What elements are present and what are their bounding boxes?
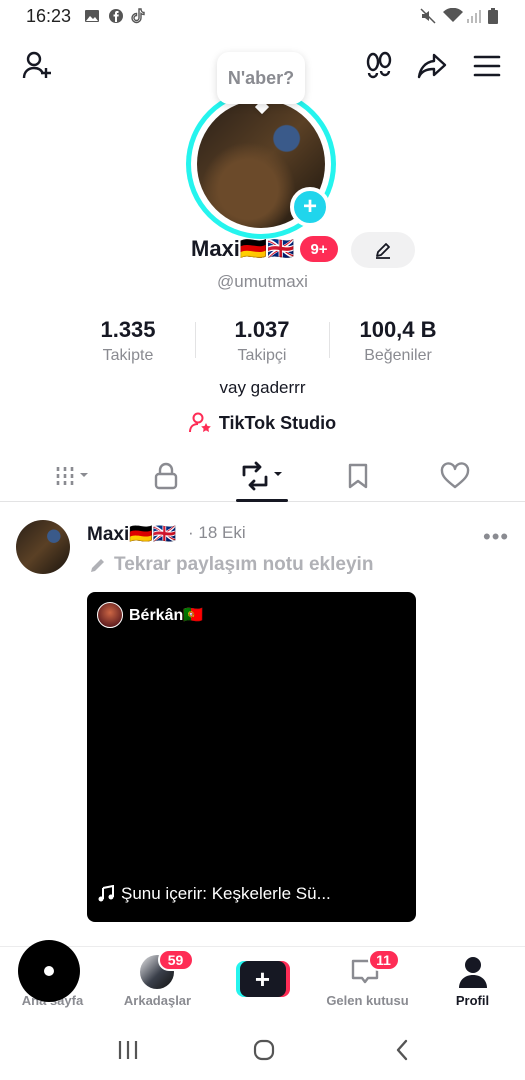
video-author-name: Bérkân🇵🇹 bbox=[129, 607, 204, 624]
inbox-count-badge: 11 bbox=[367, 949, 400, 971]
recent-apps-icon bbox=[118, 1041, 138, 1059]
music-note-icon bbox=[98, 885, 114, 902]
facebook-icon bbox=[109, 9, 123, 23]
tab-liked[interactable] bbox=[405, 452, 505, 500]
grid-icon bbox=[56, 467, 88, 485]
video-thumbnail[interactable]: Bérkân🇵🇹 Şunu içerir: Keşkelerle Sü... bbox=[87, 592, 416, 922]
recent-apps-button[interactable] bbox=[108, 1036, 148, 1064]
tiktok-studio-label: TikTok Studio bbox=[218, 412, 337, 433]
add-friend-button[interactable] bbox=[18, 46, 58, 86]
signal-icon bbox=[467, 10, 481, 23]
create-button[interactable]: + bbox=[235, 961, 290, 997]
video-author[interactable]: Bérkân🇵🇹 bbox=[97, 602, 203, 628]
name-row: Maxi🇩🇪🇬🇧 9+ bbox=[0, 232, 525, 268]
heart-icon bbox=[440, 462, 470, 489]
bookmark-icon bbox=[348, 463, 368, 489]
post-author-name[interactable]: Maxi🇩🇪🇬🇧 bbox=[87, 522, 177, 546]
video-music: Şunu içerir: Keşkelerle Sü... bbox=[97, 884, 331, 904]
nav-profile-label: Profil bbox=[455, 993, 490, 1008]
notifications-badge[interactable]: 9+ bbox=[300, 236, 338, 262]
post-date: · 18 Eki bbox=[188, 523, 246, 542]
post-author-avatar[interactable] bbox=[16, 520, 70, 574]
stat-likes-label: Beğeniler bbox=[364, 347, 432, 364]
home-button[interactable] bbox=[244, 1036, 284, 1064]
wifi-icon bbox=[443, 8, 463, 22]
username: @umutmaxi bbox=[217, 272, 308, 291]
nav-create[interactable]: + bbox=[210, 961, 315, 997]
add-repost-note-button[interactable]: Tekrar paylaşım notu ekleyin bbox=[88, 554, 373, 576]
repost-icon bbox=[242, 461, 282, 491]
stat-followers[interactable]: 1.037 Takipçi bbox=[192, 317, 332, 365]
record-dot-icon bbox=[44, 966, 54, 976]
video-author-avatar bbox=[97, 602, 123, 628]
more-options-icon[interactable]: ••• bbox=[483, 524, 509, 550]
pencil-icon bbox=[91, 559, 104, 572]
status-bar: 16:23 bbox=[0, 0, 525, 34]
footprints-icon bbox=[366, 51, 392, 79]
floating-record-button[interactable] bbox=[18, 940, 80, 1002]
display-name: Maxi🇩🇪🇬🇧 bbox=[191, 236, 295, 261]
share-arrow-icon bbox=[417, 53, 447, 79]
menu-button[interactable] bbox=[467, 46, 507, 86]
nav-friends[interactable]: 59 Arkadaşlar bbox=[105, 949, 210, 1008]
add-story-plus-icon[interactable]: + bbox=[290, 187, 330, 227]
tab-saved[interactable] bbox=[308, 452, 408, 500]
profile-views-button[interactable] bbox=[359, 46, 399, 86]
back-button[interactable] bbox=[382, 1036, 422, 1064]
stat-followers-label: Takipçi bbox=[237, 347, 287, 364]
stat-likes-value: 100,4 B bbox=[359, 317, 437, 342]
pencil-icon bbox=[376, 243, 390, 259]
nav-inbox-label: Gelen kutusu bbox=[326, 993, 409, 1008]
repost-note-placeholder: Tekrar paylaşım notu ekleyin bbox=[114, 554, 374, 575]
lock-icon bbox=[154, 462, 178, 490]
add-user-icon bbox=[22, 51, 51, 79]
system-navigation bbox=[0, 1018, 525, 1080]
friends-count-badge: 59 bbox=[157, 949, 194, 971]
stat-followers-value: 1.037 bbox=[234, 317, 290, 342]
stat-likes[interactable]: 100,4 B Beğeniler bbox=[328, 317, 468, 365]
nav-friends-label: Arkadaşlar bbox=[123, 993, 192, 1008]
profile-icon bbox=[458, 957, 487, 988]
creator-star-icon bbox=[188, 412, 211, 433]
plus-icon: + bbox=[239, 961, 286, 997]
mute-icon bbox=[420, 8, 436, 24]
hamburger-icon bbox=[473, 55, 501, 77]
nav-inbox[interactable]: 11 Gelen kutusu bbox=[315, 949, 420, 1008]
home-circle-icon bbox=[253, 1039, 275, 1061]
stat-following[interactable]: 1.335 Takipte bbox=[58, 317, 198, 365]
bottom-navigation: Ana sayfa 59 Arkadaşlar + 11 Gelen kutus… bbox=[0, 946, 525, 1018]
edit-profile-button[interactable] bbox=[351, 232, 415, 268]
repost-header: Maxi🇩🇪🇬🇧 · 18 Eki ••• Tekrar paylaşım no… bbox=[0, 518, 525, 578]
music-label: Şunu içerir: Keşkelerle Sü... bbox=[121, 884, 331, 903]
stat-following-label: Takipte bbox=[102, 347, 154, 364]
back-chevron-icon bbox=[396, 1039, 408, 1061]
tiktok-studio-link[interactable]: TikTok Studio bbox=[0, 412, 525, 434]
note-bubble[interactable]: N'aber? bbox=[217, 52, 305, 104]
stat-following-value: 1.335 bbox=[100, 317, 156, 342]
status-time: 16:23 bbox=[26, 6, 72, 26]
share-button[interactable] bbox=[412, 46, 452, 86]
tab-videos[interactable] bbox=[24, 452, 124, 500]
nav-profile[interactable]: Profil bbox=[420, 955, 525, 1008]
tab-private[interactable] bbox=[116, 452, 216, 500]
tiktok-notification-icon bbox=[131, 8, 145, 24]
tab-reposts[interactable] bbox=[212, 452, 312, 500]
active-tab-indicator bbox=[236, 499, 288, 502]
battery-icon bbox=[488, 8, 498, 24]
gallery-icon bbox=[85, 10, 99, 22]
bio: vay gaderrr bbox=[219, 378, 306, 397]
profile-tabs bbox=[0, 452, 525, 502]
